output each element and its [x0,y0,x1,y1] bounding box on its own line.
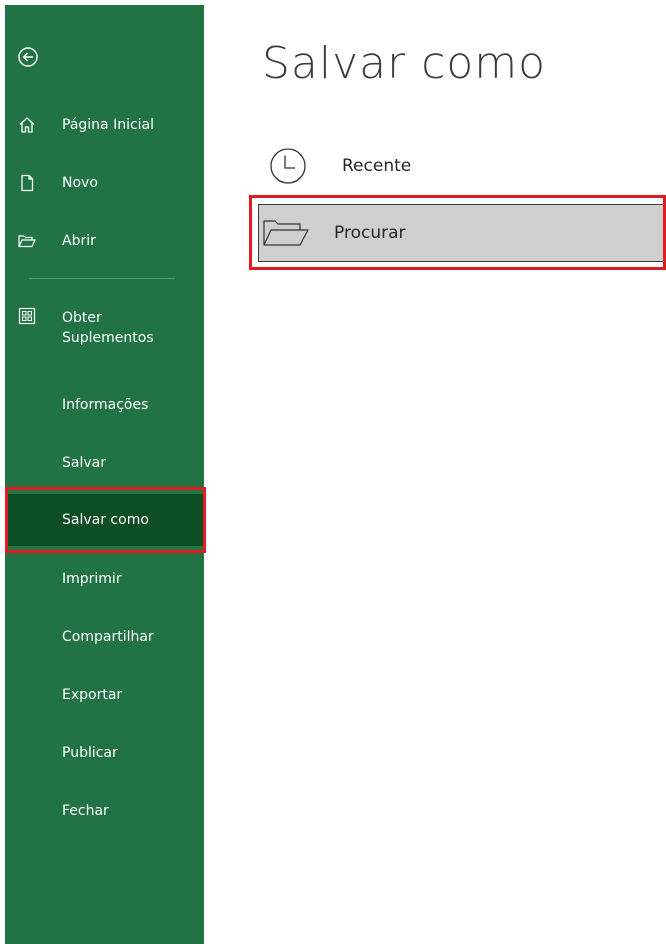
sidebar-item-label: Publicar [62,745,118,761]
sidebar-item-publish[interactable]: Publicar [5,729,204,777]
sidebar-item-label: Exportar [62,687,123,703]
sidebar-item-new[interactable]: Novo [5,159,204,207]
back-arrow-icon [18,47,38,67]
sidebar-item-save-as[interactable]: Salvar como [5,494,204,546]
page-title: Salvar como [262,38,547,89]
folder-icon [263,220,309,246]
sidebar-item-label: Abrir [62,233,96,249]
sidebar-item-add-ins[interactable]: Obter Suplementos [5,298,204,358]
back-button[interactable] [13,42,43,72]
sidebar-item-info[interactable]: Informações [5,381,204,429]
sidebar-item-share[interactable]: Compartilhar [5,613,204,661]
sidebar-item-export[interactable]: Exportar [5,671,204,719]
sidebar-item-label: Página Inicial [62,117,155,133]
sidebar-item-label: Salvar como [62,512,149,528]
open-folder-icon [18,235,36,248]
location-browse[interactable]: Procurar [258,204,666,262]
sidebar-item-label: Obter Suplementos [62,310,154,346]
sidebar-item-close[interactable]: Fechar [5,787,204,835]
sidebar-item-label: Salvar [62,455,106,471]
sidebar-item-label: Novo [62,175,98,191]
location-recent[interactable]: Recente [258,140,666,192]
new-document-icon [21,174,34,192]
sidebar-divider [29,278,175,279]
location-label: Recente [342,156,412,176]
add-ins-icon [18,307,36,325]
location-label: Procurar [334,223,406,243]
sidebar-item-open[interactable]: Abrir [5,217,204,265]
sidebar-item-save[interactable]: Salvar [5,439,204,487]
backstage-sidebar: Página Inicial Novo Abrir Obter Suplemen… [5,5,204,944]
sidebar-item-print[interactable]: Imprimir [5,555,204,603]
sidebar-item-label: Compartilhar [62,629,154,645]
backstage-view: Página Inicial Novo Abrir Obter Suplemen… [0,0,666,944]
sidebar-item-home[interactable]: Página Inicial [5,101,204,149]
home-icon [19,117,35,133]
sidebar-item-label: Informações [62,397,149,413]
sidebar-item-label: Fechar [62,803,109,819]
sidebar-item-label: Imprimir [62,571,122,587]
clock-icon [270,148,306,184]
